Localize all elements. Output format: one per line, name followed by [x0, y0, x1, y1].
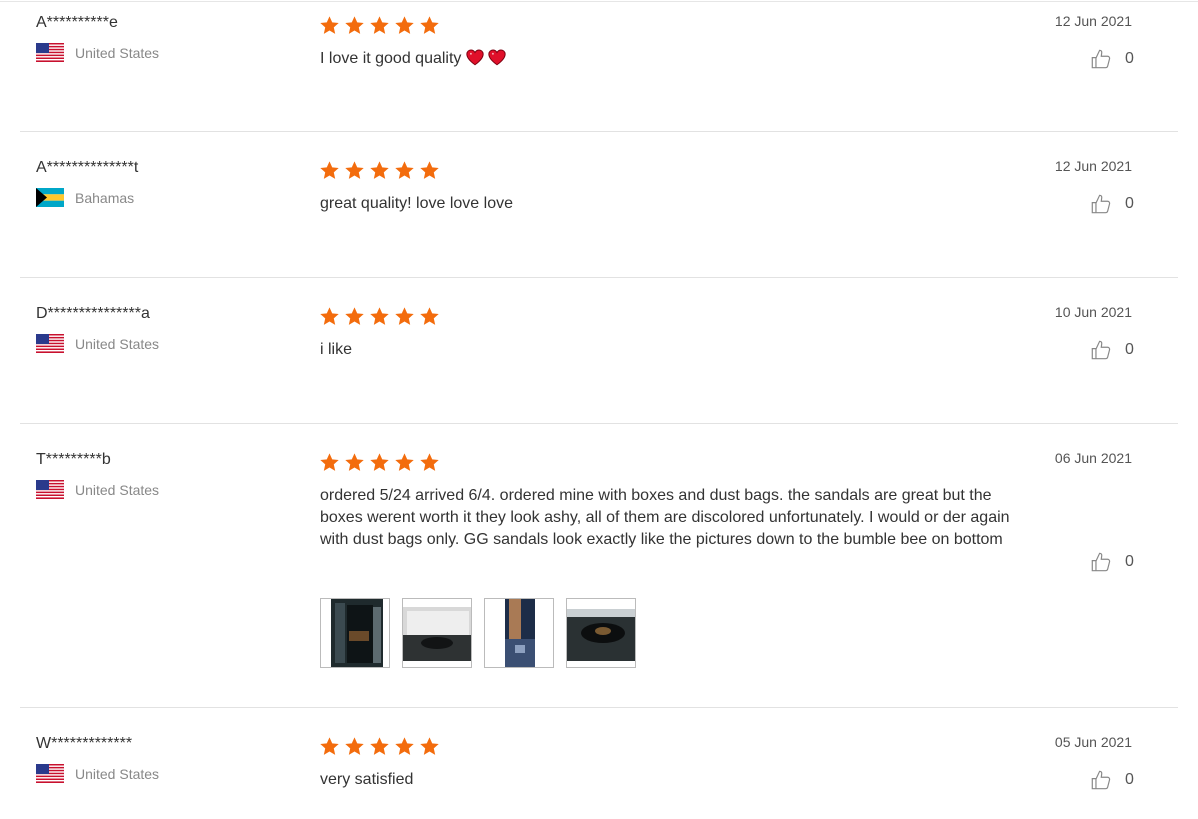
- review-date: 12 Jun 2021: [1054, 158, 1132, 174]
- reviewer-country: Bahamas: [36, 188, 286, 207]
- star-icon: [320, 16, 339, 34]
- star-icon: [320, 737, 339, 755]
- reviewer-name: A**********e: [36, 14, 118, 31]
- star-icon: [370, 453, 389, 471]
- country-name: United States: [75, 481, 160, 498]
- thumbs-up-icon: [1091, 49, 1111, 69]
- star-icon: [420, 307, 439, 325]
- review-photo-thumbnail[interactable]: [566, 598, 636, 668]
- us-flag-icon: [36, 43, 64, 62]
- bahamas-flag-icon: [36, 188, 64, 207]
- review-photos: [320, 598, 648, 668]
- star-rating: [319, 15, 444, 36]
- review-item: A**********e United States I love it goo…: [20, 13, 1178, 132]
- review-text: ordered 5/24 arrived 6/4. ordered mine w…: [320, 487, 1010, 548]
- review-photo-thumbnail[interactable]: [402, 598, 472, 668]
- review-text-body: I love it good quality: [320, 50, 462, 67]
- thumbs-up-icon: [1091, 340, 1111, 360]
- review-item: A**************t Bahamas great quality! …: [20, 158, 1178, 278]
- reviewer-country: United States: [36, 334, 286, 353]
- heart-emoji-icon: [488, 49, 507, 66]
- review-date: 12 Jun 2021: [1054, 13, 1132, 29]
- star-icon: [420, 453, 439, 471]
- star-icon: [370, 161, 389, 179]
- helpful-button[interactable]: 0: [1090, 551, 1134, 573]
- review-photo-thumbnail[interactable]: [484, 598, 554, 668]
- star-icon: [320, 307, 339, 325]
- star-icon: [345, 453, 364, 471]
- star-icon: [370, 737, 389, 755]
- review-text: great quality! love love love: [320, 195, 513, 212]
- review-item: T*********b United States ordered 5/24 a…: [20, 450, 1178, 708]
- review-text: i like: [320, 341, 353, 358]
- heart-emoji-icon: [466, 49, 485, 66]
- reviewer-country: United States: [36, 480, 286, 499]
- star-rating: [319, 160, 444, 181]
- star-icon: [395, 16, 414, 34]
- review-text: very satisfied: [320, 771, 414, 788]
- reviewer-info: T*********b United States: [36, 450, 286, 499]
- star-icon: [345, 307, 364, 325]
- star-rating: [319, 736, 444, 757]
- reviewer-name: A**************t: [36, 159, 139, 176]
- helpful-count: 0: [1125, 341, 1134, 358]
- star-icon: [345, 161, 364, 179]
- reviewer-country: United States: [36, 764, 286, 783]
- helpful-button[interactable]: 0: [1090, 769, 1134, 791]
- reviewer-name: W*************: [36, 735, 133, 752]
- star-icon: [370, 16, 389, 34]
- country-name: United States: [75, 765, 160, 782]
- helpful-count: 0: [1125, 553, 1134, 570]
- helpful-count: 0: [1125, 195, 1134, 212]
- review-item: W************* United States very satisf…: [20, 734, 1178, 819]
- country-name: United States: [75, 44, 160, 61]
- star-icon: [395, 307, 414, 325]
- us-flag-icon: [36, 334, 64, 353]
- review-date: 05 Jun 2021: [1054, 734, 1132, 750]
- reviewer-info: A**********e United States: [36, 13, 286, 62]
- country-name: United States: [75, 335, 160, 352]
- helpful-button[interactable]: 0: [1090, 193, 1134, 215]
- country-name: Bahamas: [75, 189, 135, 206]
- us-flag-icon: [36, 764, 64, 783]
- helpful-count: 0: [1125, 50, 1134, 67]
- star-rating: [319, 306, 444, 327]
- star-icon: [320, 161, 339, 179]
- star-icon: [320, 453, 339, 471]
- reviewer-name: D***************a: [36, 305, 150, 322]
- review-item: D***************a United States i like 1…: [20, 304, 1178, 424]
- thumbs-up-icon: [1091, 770, 1111, 790]
- star-icon: [370, 307, 389, 325]
- review-date: 10 Jun 2021: [1054, 304, 1132, 320]
- star-icon: [395, 453, 414, 471]
- helpful-button[interactable]: 0: [1090, 48, 1134, 70]
- reviewer-country: United States: [36, 43, 286, 62]
- reviewer-info: D***************a United States: [36, 304, 286, 353]
- star-icon: [345, 737, 364, 755]
- helpful-count: 0: [1125, 771, 1134, 788]
- star-icon: [420, 16, 439, 34]
- reviewer-info: W************* United States: [36, 734, 286, 783]
- star-icon: [420, 161, 439, 179]
- thumbs-up-icon: [1091, 194, 1111, 214]
- reviewer-name: T*********b: [36, 451, 111, 468]
- reviewer-info: A**************t Bahamas: [36, 158, 286, 207]
- star-icon: [420, 737, 439, 755]
- review-text: I love it good quality: [320, 48, 1020, 70]
- helpful-button[interactable]: 0: [1090, 339, 1134, 361]
- star-icon: [395, 161, 414, 179]
- top-divider: [0, 1, 1198, 2]
- review-photo-thumbnail[interactable]: [320, 598, 390, 668]
- star-icon: [345, 16, 364, 34]
- thumbs-up-icon: [1091, 552, 1111, 572]
- review-date: 06 Jun 2021: [1054, 450, 1132, 466]
- star-icon: [395, 737, 414, 755]
- star-rating: [319, 452, 444, 473]
- us-flag-icon: [36, 480, 64, 499]
